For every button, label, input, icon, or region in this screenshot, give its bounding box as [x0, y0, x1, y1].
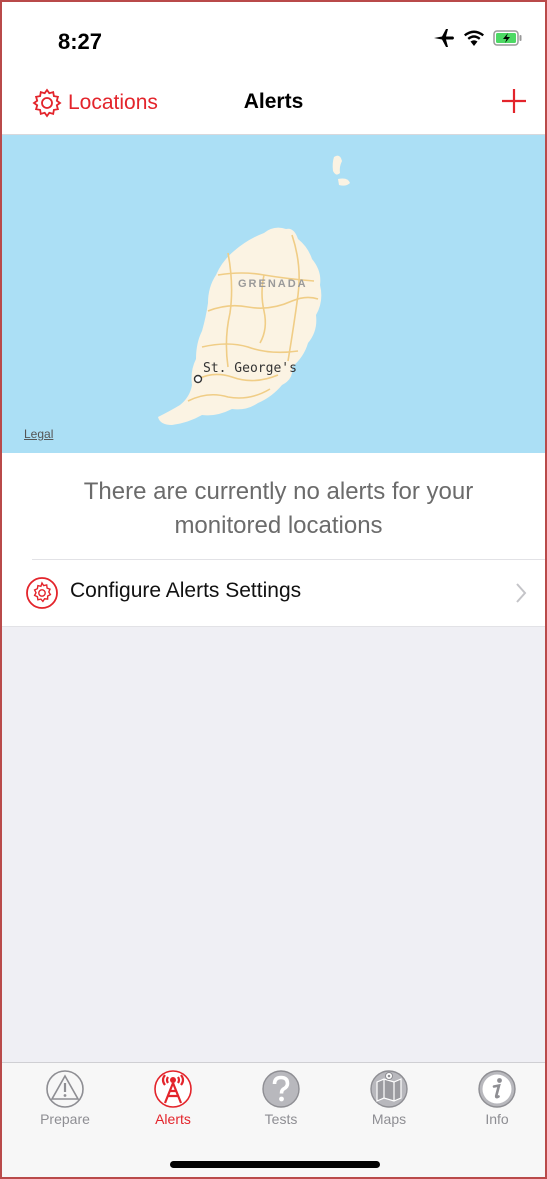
tab-info[interactable]: Info — [447, 1069, 545, 1127]
configure-alerts-row[interactable]: Configure Alerts Settings — [2, 560, 545, 627]
status-bar: 8:27 — [2, 2, 545, 70]
navigation-bar: Locations Alerts — [2, 70, 545, 135]
configure-alerts-label: Configure Alerts Settings — [70, 579, 302, 602]
plus-icon[interactable] — [499, 86, 529, 116]
tab-label: Alerts — [155, 1111, 191, 1127]
warning-triangle-icon — [46, 1070, 84, 1108]
tab-maps[interactable]: Maps — [339, 1069, 439, 1127]
empty-state-panel: There are currently no alerts for your m… — [2, 453, 545, 561]
tab-label: Prepare — [40, 1111, 90, 1127]
wifi-icon — [464, 30, 484, 46]
alert-tower-icon — [154, 1070, 192, 1108]
home-indicator[interactable] — [170, 1161, 380, 1168]
tab-label: Info — [485, 1111, 509, 1127]
empty-state-message: There are currently no alerts for your m… — [83, 478, 474, 539]
map-land — [158, 155, 350, 425]
status-icons — [433, 28, 523, 48]
map-icon — [370, 1070, 408, 1108]
settings-icon — [26, 577, 58, 609]
map-view[interactable]: GRENADA St. George's Legal — [2, 135, 545, 453]
country-label: GRENADA — [238, 278, 308, 290]
status-time: 8:27 — [58, 29, 103, 54]
airplane-icon — [434, 29, 454, 47]
phone-screen: 8:27 Locations Alerts GRENADA St. George… — [0, 0, 547, 1179]
tab-alerts[interactable]: Alerts — [123, 1069, 223, 1127]
tab-label: Maps — [371, 1111, 407, 1127]
info-icon — [478, 1070, 516, 1108]
tab-label: Tests — [264, 1111, 298, 1127]
legal-link[interactable]: Legal — [24, 427, 53, 441]
tab-tests[interactable]: Tests — [231, 1069, 331, 1127]
chevron-right-icon — [516, 583, 527, 603]
tab-prepare[interactable]: Prepare — [15, 1069, 115, 1127]
battery-charging-icon — [493, 30, 522, 46]
page-title: Alerts — [243, 90, 304, 113]
city-label: St. George's — [203, 361, 297, 376]
question-icon — [262, 1070, 300, 1108]
